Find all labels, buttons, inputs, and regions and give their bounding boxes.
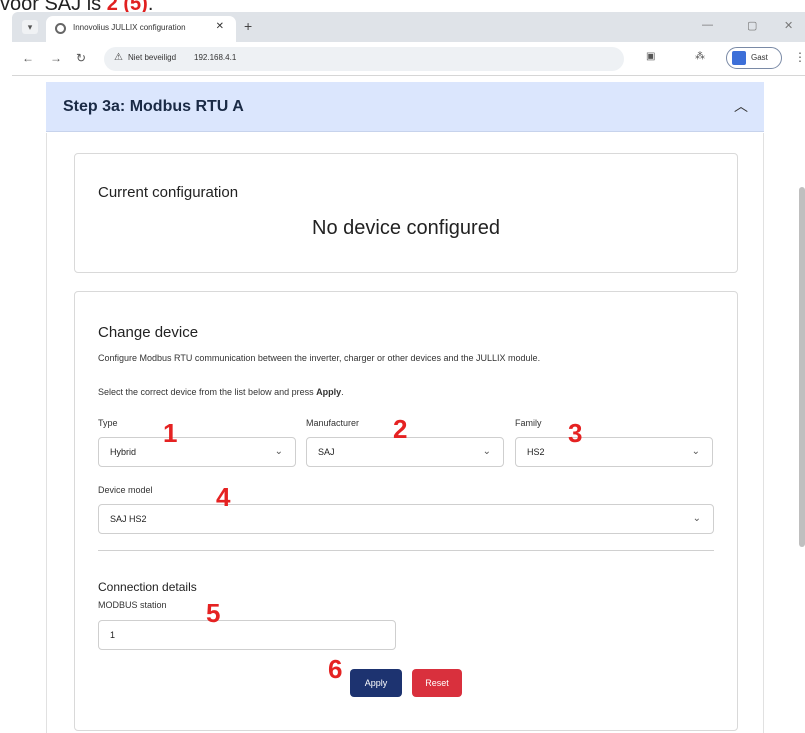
device-model-value: SAJ HS2 [110, 514, 147, 524]
security-label[interactable]: Niet beveiligd [128, 53, 176, 62]
extension-icon[interactable]: ⁂ [695, 51, 705, 62]
current-config-card: Current configuration No device configur… [74, 153, 738, 273]
current-config-heading: Current configuration [98, 184, 239, 201]
step-header[interactable]: Step 3a: Modbus RTU A ︿ [46, 82, 764, 132]
annotation-1: 1 [163, 418, 178, 448]
globe-icon [55, 23, 66, 34]
type-value: Hybrid [110, 447, 137, 457]
current-config-status: No device configured [312, 217, 500, 239]
annotation-2: 2 [393, 414, 408, 444]
change-device-card: Change device Configure Modbus RTU commu… [74, 291, 738, 731]
more-menu-icon[interactable]: ⋮ [794, 50, 805, 64]
url-text: 192.168.4.1 [194, 53, 237, 62]
minimize-icon[interactable]: — [702, 19, 713, 31]
device-model-label: Device model [98, 485, 153, 495]
back-arrow-icon[interactable]: ← [22, 51, 34, 65]
annotation-5: 5 [206, 598, 221, 628]
scrollbar[interactable] [799, 187, 805, 547]
change-device-description: Configure Modbus RTU communication betwe… [98, 353, 541, 363]
chevron-up-icon[interactable]: ︿ [734, 96, 748, 116]
profile-button[interactable]: Gast [726, 47, 782, 69]
modbus-station-value: 1 [110, 630, 116, 640]
manufacturer-label: Manufacturer [306, 418, 360, 428]
type-select[interactable]: Hybrid ⌄ [98, 437, 296, 467]
page-content: Step 3a: Modbus RTU A ︿ Current configur… [12, 77, 805, 733]
reset-button[interactable]: Reset [412, 669, 462, 697]
instruction-suffix: . [341, 387, 344, 397]
translate-icon[interactable]: ▣ [646, 51, 655, 62]
family-select[interactable]: HS2 ⌄ [515, 437, 713, 467]
chevron-down-icon: ⌄ [691, 446, 700, 457]
modbus-station-label: MODBUS station [98, 600, 167, 610]
chevron-down-icon: ⌄ [274, 446, 283, 457]
manufacturer-value: SAJ [318, 447, 335, 457]
maximize-icon[interactable]: ▢ [747, 19, 757, 32]
reload-icon[interactable]: ↻ [76, 51, 86, 65]
address-bar: ← → ↻ ⚠ Niet beveiligd 192.168.4.1 ▣ ⁂ G… [12, 42, 805, 76]
guest-avatar-icon [732, 51, 746, 65]
family-value: HS2 [527, 447, 545, 457]
new-tab-button[interactable]: + [244, 18, 252, 34]
chevron-down-icon: ⌄ [692, 513, 701, 524]
browser-tab-bar: ▾ Innovolius JULLIX configuration ✕ + — … [12, 12, 805, 42]
type-label: Type [98, 418, 118, 428]
instruction-prefix: Select the correct device from the list … [98, 387, 317, 397]
tab-title: Innovolius JULLIX configuration [73, 23, 186, 32]
divider [98, 550, 714, 551]
tab-search-icon[interactable]: ▾ [22, 20, 38, 34]
family-label: Family [515, 418, 542, 428]
close-icon[interactable]: ✕ [216, 21, 224, 32]
annotation-4: 4 [216, 482, 231, 512]
guest-label: Gast [751, 53, 768, 62]
browser-tab[interactable]: Innovolius JULLIX configuration ✕ [46, 16, 236, 42]
apply-button[interactable]: Apply [350, 669, 402, 697]
device-model-select[interactable]: SAJ HS2 ⌄ [98, 504, 714, 534]
instruction-bold: Apply [316, 387, 342, 397]
annotation-3: 3 [568, 418, 583, 448]
warning-icon: ⚠ [114, 52, 123, 63]
forward-arrow-icon[interactable]: → [50, 51, 62, 65]
page-caption: voor SAJ is 2 (5). [0, 0, 153, 14]
modbus-station-input[interactable]: 1 [98, 620, 396, 650]
step-title: Step 3a: Modbus RTU A [63, 98, 244, 115]
connection-details-heading: Connection details [98, 580, 197, 594]
change-device-instruction: Select the correct device from the list … [98, 387, 344, 397]
change-device-heading: Change device [98, 324, 199, 341]
window-close-icon[interactable]: ✕ [784, 19, 793, 32]
chevron-down-icon: ⌄ [482, 446, 491, 457]
url-field[interactable]: ⚠ Niet beveiligd 192.168.4.1 [104, 47, 624, 71]
annotation-6: 6 [328, 654, 343, 684]
